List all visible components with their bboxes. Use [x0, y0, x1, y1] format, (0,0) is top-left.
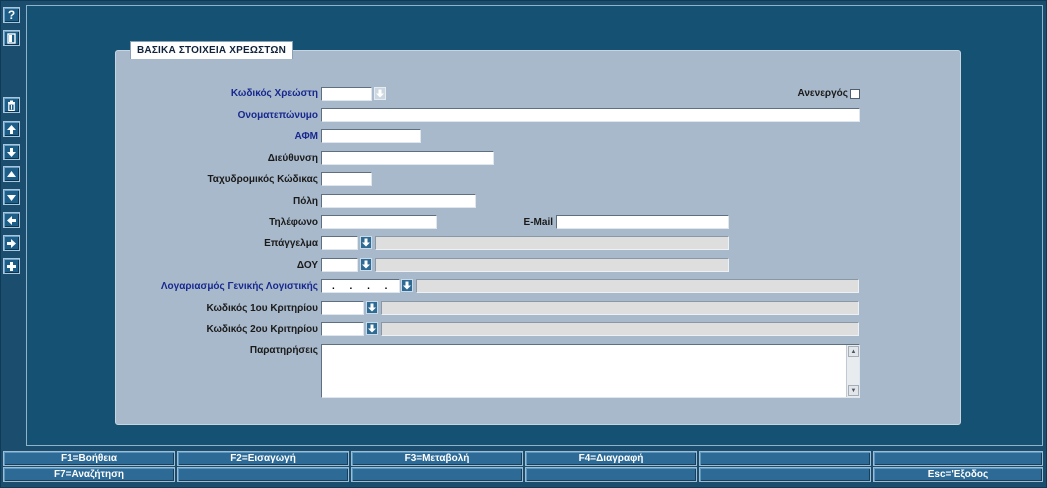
postal-code-label: Ταχυδρομικός Κώδικας: [207, 174, 318, 185]
f4-delete-button[interactable]: F4=Διαγραφή: [525, 451, 697, 466]
afm-label: ΑΦΜ: [294, 131, 319, 142]
arrow-top-icon: [7, 124, 16, 134]
function-key-empty[interactable]: [177, 467, 349, 482]
tab-basic-details[interactable]: ΒΑΣΙΚΑ ΣΤΟΙΧΕΙΑ ΧΡΕΩΣΤΩΝ: [130, 41, 294, 59]
debtor-code-label: Κωδικός Χρεώστη: [230, 88, 318, 99]
next-block-button[interactable]: [3, 235, 20, 251]
arrow-down-icon: [403, 281, 411, 290]
profession-label: Επάγγελμα: [264, 238, 318, 249]
debtor-code-lov-button[interactable]: [374, 87, 386, 100]
criterion2-code-field[interactable]: [321, 322, 364, 336]
criterion2-lov-button[interactable]: [366, 322, 378, 335]
criterion1-code-field[interactable]: [321, 301, 364, 315]
f2-insert-button[interactable]: F2=Εισαγωγή: [177, 451, 349, 466]
criterion2-description: [381, 322, 859, 336]
criterion2-label: Κωδικός 2ου Κριτηρίου: [206, 324, 318, 335]
scroll-down-icon[interactable]: ▼: [848, 385, 859, 396]
notes-text: [322, 345, 859, 349]
function-key-empty[interactable]: [351, 467, 523, 482]
trash-icon: [8, 100, 15, 111]
function-key-empty[interactable]: [525, 467, 697, 482]
notes-label: Παρατηρήσεις: [249, 345, 318, 356]
plus-icon: [7, 261, 16, 271]
criterion1-lov-button[interactable]: [366, 301, 378, 314]
esc-exit-button[interactable]: Esc='Εξοδος: [873, 467, 1043, 482]
function-key-empty[interactable]: [699, 451, 871, 466]
gl-account-description: [416, 279, 859, 293]
debtor-code-field[interactable]: [321, 87, 372, 101]
triangle-down-icon: [7, 194, 16, 201]
f7-search-button[interactable]: F7=Αναζήτηση: [3, 467, 175, 482]
gl-account-field[interactable]: . . . .: [321, 279, 400, 293]
last-record-button[interactable]: [3, 144, 20, 160]
arrow-left-icon: [7, 215, 16, 225]
arrow-down-icon: [362, 260, 370, 269]
profession-lov-button[interactable]: [360, 236, 372, 249]
notes-scrollbar[interactable]: ▲ ▼: [846, 345, 859, 397]
tax-office-label: ΔΟΥ: [296, 260, 318, 271]
profession-code-field[interactable]: [321, 236, 358, 250]
tax-office-code-field[interactable]: [321, 258, 358, 272]
arrow-bottom-icon: [7, 147, 16, 157]
profession-description: [375, 236, 729, 250]
city-field[interactable]: [321, 194, 476, 208]
next-record-button[interactable]: [3, 189, 20, 205]
scroll-up-icon[interactable]: ▲: [848, 346, 859, 357]
arrow-down-icon: [376, 89, 384, 98]
inactive-checkbox[interactable]: [850, 89, 860, 99]
address-label: Διεύθυνση: [267, 153, 318, 164]
gl-account-lov-button[interactable]: [401, 279, 413, 292]
first-record-button[interactable]: [3, 121, 20, 137]
previous-block-button[interactable]: [3, 212, 20, 228]
tax-office-description: [375, 258, 729, 272]
email-label: E-Mail: [523, 217, 553, 228]
criterion1-description: [381, 301, 859, 315]
question-icon: ?: [7, 8, 16, 22]
email-field[interactable]: [556, 215, 729, 229]
full-name-label: Ονοματεπώνυμο: [237, 110, 318, 121]
inactive-label: Ανενεργός: [797, 88, 848, 99]
help-button[interactable]: ?: [3, 7, 20, 23]
previous-record-button[interactable]: [3, 166, 20, 182]
arrow-down-icon: [368, 303, 376, 312]
gl-account-label: Λογαριασμός Γενικής Λογιστικής: [160, 281, 318, 292]
new-record-button[interactable]: [3, 258, 20, 274]
arrow-right-icon: [7, 238, 16, 248]
triangle-up-icon: [7, 170, 16, 177]
arrow-down-icon: [362, 238, 370, 247]
door-icon: [7, 32, 16, 44]
full-name-field[interactable]: [321, 108, 860, 122]
exit-door-button[interactable]: [3, 30, 20, 46]
function-key-empty[interactable]: [699, 467, 871, 482]
notes-textarea[interactable]: ▲ ▼: [321, 344, 860, 398]
f3-modify-button[interactable]: F3=Μεταβολή: [351, 451, 523, 466]
phone-field[interactable]: [321, 215, 437, 229]
postal-code-field[interactable]: [321, 172, 372, 186]
arrow-down-icon: [368, 324, 376, 333]
criterion1-label: Κωδικός 1ου Κριτηρίου: [206, 303, 318, 314]
afm-field[interactable]: [321, 129, 421, 143]
tax-office-lov-button[interactable]: [360, 258, 372, 271]
city-label: Πόλη: [293, 196, 318, 207]
delete-record-button[interactable]: [3, 97, 20, 113]
f1-help-button[interactable]: F1=Βοήθεια: [3, 451, 175, 466]
address-field[interactable]: [321, 151, 494, 165]
function-key-empty[interactable]: [873, 451, 1043, 466]
phone-label: Τηλέφωνο: [269, 217, 318, 228]
